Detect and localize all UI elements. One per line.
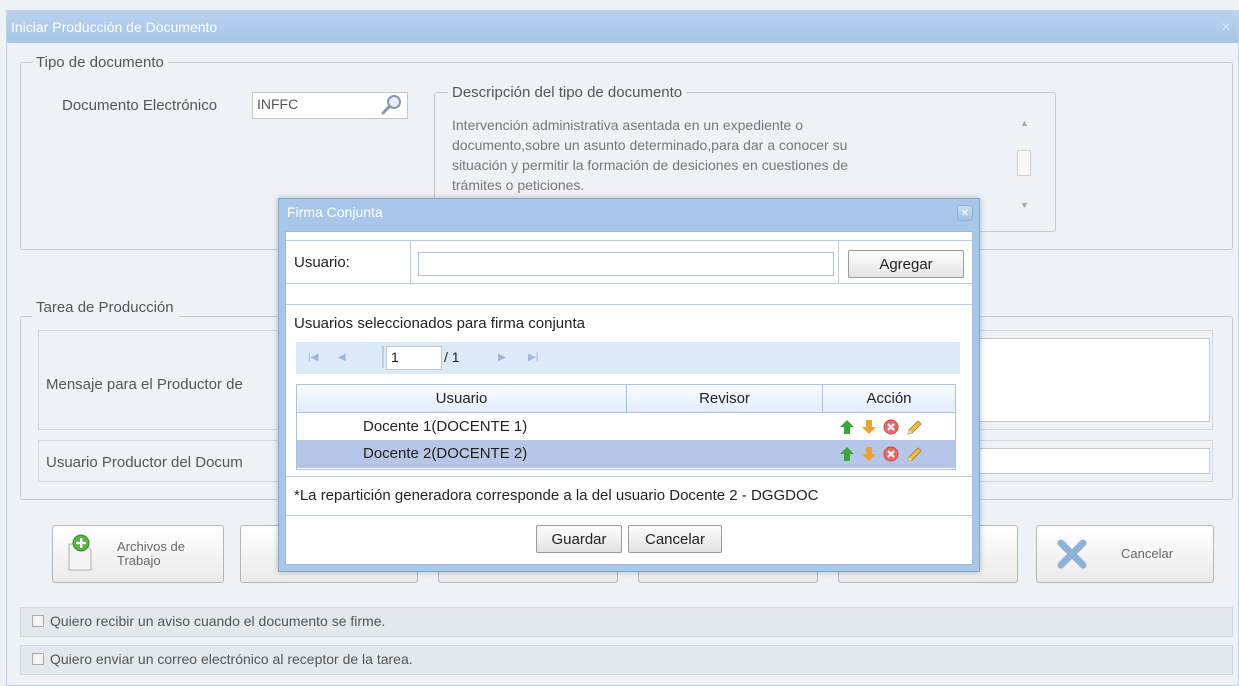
row-usuario: Docente 2(DOCENTE 2) — [363, 445, 528, 462]
add-file-icon — [67, 534, 95, 571]
column-accion[interactable]: Acción — [823, 385, 955, 413]
descripcion-scrollbar[interactable]: ▲ ▼ — [1014, 112, 1034, 222]
aviso-label: Quiero recibir un aviso cuando el docume… — [50, 613, 386, 629]
descripcion-line: Intervención administrativa asentada en … — [452, 117, 804, 133]
next-page-icon[interactable]: ▶ — [498, 352, 506, 363]
documento-electronico-value: INFFC — [257, 96, 299, 112]
first-page-icon[interactable]: |◀ — [308, 352, 318, 363]
guardar-button[interactable]: Guardar — [536, 525, 622, 553]
cancelar-button[interactable]: Cancelar — [628, 525, 722, 553]
search-icon[interactable] — [380, 93, 404, 117]
arrow-down-icon[interactable] — [861, 419, 877, 435]
cancelar-main-button[interactable]: Cancelar — [1036, 525, 1214, 583]
archivos-label-line2: Trabajo — [117, 553, 161, 568]
cancel-x-icon — [1055, 537, 1089, 571]
main-title: Iniciar Producción de Documento — [11, 19, 218, 35]
edit-pencil-icon[interactable] — [905, 446, 922, 462]
usuario-productor-input[interactable] — [950, 448, 1210, 474]
usuario-divider — [410, 240, 411, 284]
usuario-label: Usuario: — [294, 254, 350, 271]
descripcion-line: trámites o peticiones. — [452, 177, 585, 193]
last-page-icon[interactable]: ▶| — [528, 352, 538, 363]
firma-conjunta-dialog: Firma Conjunta ✕ Usuario: Agregar Usuari… — [278, 198, 980, 572]
edit-pencil-icon[interactable] — [905, 419, 922, 435]
close-icon[interactable]: ✕ — [1218, 19, 1234, 35]
mensaje-productor-label: Mensaje para el Productor de — [46, 376, 243, 393]
dialog-title: Firma Conjunta — [287, 204, 383, 220]
usuario-input[interactable] — [418, 252, 834, 276]
archivos-label: Archivos de Trabajo — [117, 540, 185, 568]
scroll-thumb[interactable] — [1017, 150, 1031, 176]
close-icon[interactable]: ✕ — [957, 205, 973, 221]
aviso-checkbox[interactable] — [32, 615, 44, 627]
agregar-button[interactable]: Agregar — [848, 250, 964, 278]
seleccionados-title: Usuarios seleccionados para firma conjun… — [294, 315, 585, 332]
arrow-down-icon[interactable] — [861, 446, 877, 462]
arrow-up-icon[interactable] — [839, 446, 855, 462]
prev-page-icon[interactable]: ◀ — [338, 352, 346, 363]
pager-separator — [382, 346, 384, 368]
row-usuario: Docente 1(DOCENTE 1) — [363, 418, 528, 435]
delete-icon[interactable] — [883, 446, 899, 462]
descripcion-text: Intervención administrativa asentada en … — [452, 115, 848, 195]
delete-icon[interactable] — [883, 419, 899, 435]
column-usuario[interactable]: Usuario — [297, 385, 627, 413]
descripcion-line: documento,sobre un asunto determinado,pa… — [452, 137, 848, 153]
table-row[interactable]: Docente 1(DOCENTE 1) — [297, 414, 955, 440]
descripcion-line: situación y permitir la formación de des… — [452, 157, 849, 173]
cancelar-main-label: Cancelar — [1121, 546, 1174, 561]
reparticion-note: *La repartición generadora corresponde a… — [294, 487, 819, 504]
usuarios-table: Usuario Revisor Acción Docente 1(DOCENTE… — [296, 384, 956, 470]
descripcion-legend: Descripción del tipo de documento — [448, 84, 687, 102]
usuario-divider-2 — [838, 240, 839, 284]
table-row-selected[interactable]: Docente 2(DOCENTE 2) — [297, 440, 955, 468]
tarea-produccion-legend: Tarea de Producción — [32, 299, 178, 317]
tipo-documento-legend: Tipo de documento — [32, 54, 168, 72]
page-number-input[interactable]: 1 — [386, 346, 442, 370]
scroll-up-icon[interactable]: ▲ — [1020, 118, 1029, 128]
correo-label: Quiero enviar un correo electrónico al r… — [50, 651, 413, 667]
mensaje-productor-input[interactable] — [950, 338, 1210, 422]
archivos-label-line1: Archivos de — [117, 539, 185, 554]
main-titlebar: Iniciar Producción de Documento — [7, 11, 1238, 43]
documento-electronico-label: Documento Electrónico — [62, 97, 218, 114]
page-count: / 1 — [444, 349, 460, 365]
arrow-up-icon[interactable] — [839, 419, 855, 435]
archivos-trabajo-button[interactable]: Archivos de Trabajo — [52, 525, 224, 583]
column-revisor[interactable]: Revisor — [627, 385, 823, 413]
table-header: Usuario Revisor Acción — [297, 385, 955, 413]
usuario-productor-label: Usuario Productor del Docum — [46, 454, 243, 471]
correo-checkbox[interactable] — [32, 653, 44, 665]
page-number-value: 1 — [391, 349, 399, 365]
dialog-body: Usuario: Agregar Usuarios seleccionados … — [285, 231, 973, 565]
scroll-down-icon[interactable]: ▼ — [1020, 200, 1029, 210]
